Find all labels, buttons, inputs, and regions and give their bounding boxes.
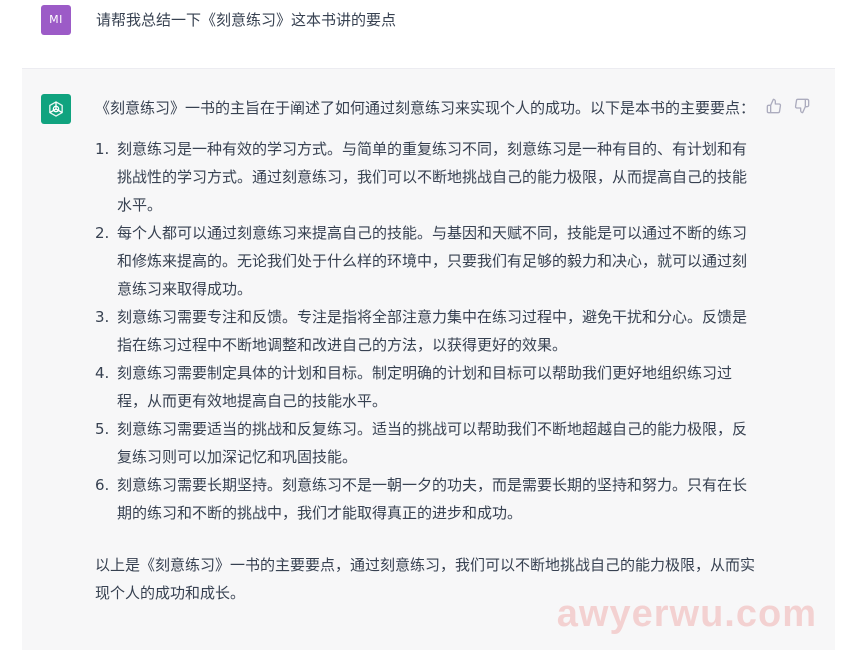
user-avatar: MI: [41, 5, 71, 35]
user-message-row: MI 请帮我总结一下《刻意练习》这本书讲的要点: [0, 0, 842, 68]
thumbs-down-icon[interactable]: [794, 98, 810, 114]
list-number: 3.: [95, 308, 110, 326]
openai-logo-icon: [41, 94, 71, 124]
list-number: 2.: [95, 224, 110, 242]
message-feedback: [766, 98, 810, 114]
assistant-message-content: 《刻意练习》一书的主旨在于阐述了如何通过刻意练习来实现个人的成功。以下是本书的主…: [95, 94, 757, 607]
list-text: 刻意练习是一种有效的学习方式。与简单的重复练习不同，刻意练习是一种有目的、有计划…: [117, 140, 748, 214]
user-message-text: 请帮我总结一下《刻意练习》这本书讲的要点: [96, 11, 397, 29]
list-item: 2. 每个人都可以通过刻意练习来提高自己的技能。与基因和天赋不同，技能是可以通过不…: [95, 219, 757, 303]
list-text: 刻意练习需要长期坚持。刻意练习不是一朝一夕的功夫，而是需要长期的坚持和努力。只有…: [117, 476, 748, 522]
list-item: 6. 刻意练习需要长期坚持。刻意练习不是一朝一夕的功夫，而是需要长期的坚持和努力。…: [95, 471, 757, 527]
list-text: 刻意练习需要专注和反馈。专注是指将全部注意力集中在练习过程中，避免干扰和分心。反…: [117, 308, 748, 354]
assistant-outro: 以上是《刻意练习》一书的主要要点，通过刻意练习，我们可以不断地挑战自己的能力极限…: [95, 556, 756, 602]
list-item: 5. 刻意练习需要适当的挑战和反复练习。适当的挑战可以帮助我们不断地超越自己的能力…: [95, 415, 757, 471]
list-number: 6.: [95, 476, 110, 494]
list-number: 4.: [95, 364, 110, 382]
list-number: 1.: [95, 140, 110, 158]
list-item: 4. 刻意练习需要制定具体的计划和目标。制定明确的计划和目标可以帮助我们更好地组织…: [95, 359, 757, 415]
assistant-intro: 《刻意练习》一书的主旨在于阐述了如何通过刻意练习来实现个人的成功。以下是本书的主…: [95, 99, 756, 117]
list-text: 刻意练习需要适当的挑战和反复练习。适当的挑战可以帮助我们不断地超越自己的能力极限…: [117, 420, 748, 466]
list-number: 5.: [95, 420, 110, 438]
thumbs-up-icon[interactable]: [766, 98, 782, 114]
assistant-message-row: 《刻意练习》一书的主旨在于阐述了如何通过刻意练习来实现个人的成功。以下是本书的主…: [22, 68, 835, 650]
list-text: 刻意练习需要制定具体的计划和目标。制定明确的计划和目标可以帮助我们更好地组织练习…: [117, 364, 733, 410]
list-item: 1. 刻意练习是一种有效的学习方式。与简单的重复练习不同，刻意练习是一种有目的、有…: [95, 135, 757, 219]
list-item: 3. 刻意练习需要专注和反馈。专注是指将全部注意力集中在练习过程中，避免干扰和分心…: [95, 303, 757, 359]
list-text: 每个人都可以通过刻意练习来提高自己的技能。与基因和天赋不同，技能是可以通过不断的…: [117, 224, 748, 298]
key-points-list: 1. 刻意练习是一种有效的学习方式。与简单的重复练习不同，刻意练习是一种有目的、有…: [95, 135, 757, 527]
